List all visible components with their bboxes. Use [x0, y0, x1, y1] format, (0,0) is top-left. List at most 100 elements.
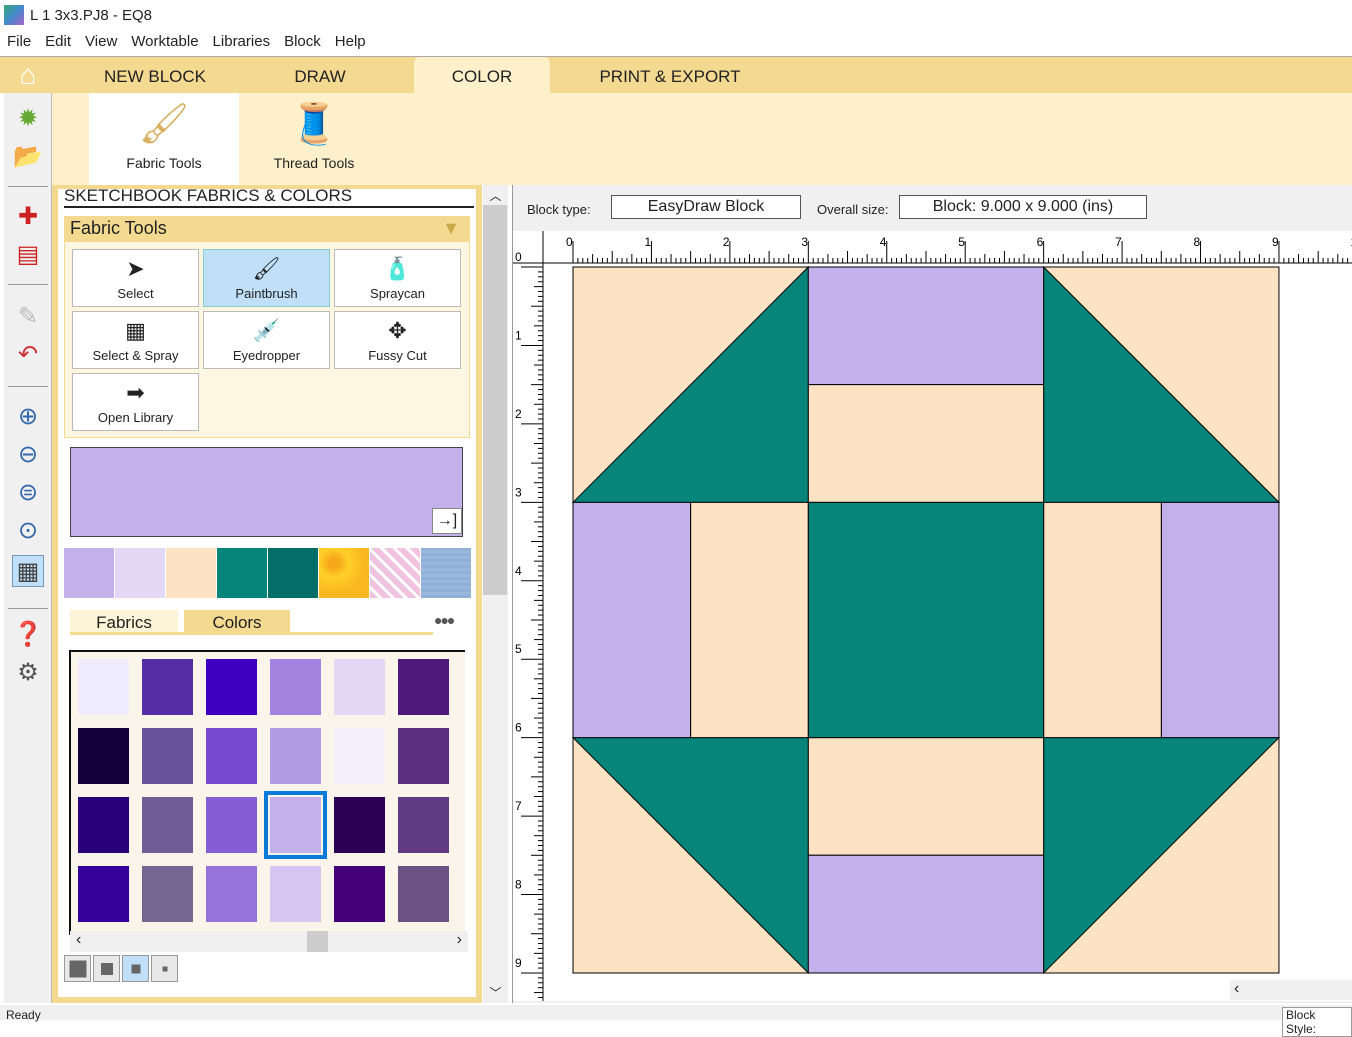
color-palette [69, 650, 465, 935]
palette-color[interactable] [270, 866, 321, 922]
sketchbook-swatch[interactable] [421, 548, 471, 598]
palette-color[interactable] [78, 866, 129, 922]
tool-fussy-cut[interactable]: ✥ Fussy Cut [334, 311, 461, 369]
sketchbook-icon[interactable]: ▤ [12, 239, 44, 271]
palette-color[interactable] [78, 797, 129, 853]
menu-file[interactable]: File [7, 30, 31, 54]
menu-help[interactable]: Help [335, 30, 366, 54]
sketchbook-swatch[interactable] [268, 548, 318, 598]
fabric-tools-button[interactable]: 🖌 Fabric Tools [89, 93, 239, 185]
tab-color[interactable]: COLOR [414, 57, 550, 94]
redo-icon[interactable]: ✎ [12, 301, 44, 333]
menu-view[interactable]: View [85, 30, 117, 54]
tool-select[interactable]: ➤ Select [72, 249, 199, 307]
swatch-size-l-button[interactable] [93, 955, 120, 982]
ruler-label-x: 4 [880, 235, 887, 249]
sketchbook-swatch[interactable] [370, 548, 420, 598]
sketchbook-swatch[interactable] [166, 548, 216, 598]
block-patch [1160, 501, 1280, 739]
open-project-icon[interactable]: 📂 [12, 141, 44, 173]
palette-color[interactable] [270, 659, 321, 715]
palette-color[interactable] [206, 659, 257, 715]
sketchbook-swatch[interactable] [319, 548, 369, 598]
collapse-chevron-icon[interactable]: ▼ [442, 216, 460, 241]
tab-draw[interactable]: DRAW [260, 57, 380, 94]
palette-color[interactable] [398, 728, 449, 784]
tab-fabrics[interactable]: Fabrics [70, 610, 178, 634]
menu-libraries[interactable]: Libraries [213, 30, 271, 54]
zoom-fit-icon[interactable]: ⊜ [12, 477, 44, 509]
palette-color[interactable] [206, 797, 257, 853]
help-icon[interactable]: ❓ [12, 619, 44, 651]
tool-label: Paintbrush [235, 286, 298, 301]
tab-colors[interactable]: Colors [184, 610, 290, 634]
ruler-label-y: 0 [515, 250, 522, 264]
block-drawing[interactable]: 0011223344556677889910 [513, 231, 1352, 1001]
palette-color[interactable] [334, 728, 385, 784]
block-type-label: Block type: [527, 202, 591, 217]
fabric-tools-header[interactable]: Fabric Tools ▼ [64, 216, 470, 241]
tool-eyedropper[interactable]: 💉 Eyedropper [203, 311, 330, 369]
tab-print-export[interactable]: PRINT & EXPORT [590, 57, 750, 94]
palette-color[interactable] [398, 659, 449, 715]
ruler-label-y: 6 [515, 721, 522, 735]
panel-scroll-thumb[interactable] [483, 205, 507, 595]
menu-edit[interactable]: Edit [45, 30, 71, 54]
add-to-sketchbook-icon[interactable]: ✚ [12, 201, 44, 233]
palette-color[interactable] [334, 659, 385, 715]
palette-color[interactable] [142, 866, 193, 922]
menu-block[interactable]: Block [284, 30, 321, 54]
sketchbook-swatch[interactable] [217, 548, 267, 598]
palette-color[interactable] [142, 659, 193, 715]
ruler-label-x: 5 [958, 235, 965, 249]
zoom-refresh-icon[interactable]: ⊙ [12, 515, 44, 547]
scroll-left-icon[interactable]: ‹ [76, 931, 81, 949]
palette-color[interactable] [334, 866, 385, 922]
palette-color[interactable] [142, 728, 193, 784]
sketchbook-swatch[interactable] [64, 548, 114, 598]
swatch-size-m-button[interactable] [122, 955, 149, 982]
block-patch [807, 501, 1045, 739]
tool-open-library[interactable]: ➡ Open Library [72, 373, 199, 431]
palette-scrollbar[interactable]: ‹ › [70, 931, 468, 952]
tool-spraycan[interactable]: 🧴 Spraycan [334, 249, 461, 307]
new-project-icon[interactable]: ✹ [12, 103, 44, 135]
scroll-right-icon[interactable]: › [457, 931, 462, 949]
tool-select-spray[interactable]: ▦ Select & Spray [72, 311, 199, 369]
palette-color[interactable] [206, 728, 257, 784]
menu-worktable[interactable]: Worktable [131, 30, 198, 54]
home-icon[interactable]: ⌂ [10, 57, 46, 94]
swatch-size-s-button[interactable] [151, 955, 178, 982]
scroll-thumb[interactable] [307, 931, 328, 952]
graph-paper-icon[interactable]: ▦ [12, 555, 44, 587]
thread-tools-button[interactable]: 🧵 Thread Tools [239, 93, 389, 185]
swatch-size-xl-button[interactable] [64, 955, 91, 982]
palette-color[interactable] [270, 728, 321, 784]
tool-paintbrush[interactable]: 🖌 Paintbrush [203, 249, 330, 307]
palette-color[interactable] [142, 797, 193, 853]
canvas-hscroll[interactable]: ‹ [1230, 980, 1352, 1000]
palette-color[interactable] [334, 797, 385, 853]
select-spray-icon: ▦ [125, 318, 146, 343]
palette-color[interactable] [206, 866, 257, 922]
undo-icon[interactable]: ↶ [12, 339, 44, 371]
palette-color[interactable] [398, 797, 449, 853]
zoom-out-icon[interactable]: ⊖ [12, 439, 44, 471]
sketchbook-swatch[interactable] [115, 548, 165, 598]
ruler-label-x: 0 [566, 235, 573, 249]
palette-color[interactable] [264, 791, 327, 859]
palette-color[interactable] [398, 866, 449, 922]
drawing-canvas[interactable]: 0011223344556677889910 [513, 231, 1352, 1001]
arrow-cursor-icon: ➤ [126, 256, 145, 281]
section-title: Fabric Tools [70, 218, 167, 238]
apply-to-block-icon[interactable]: →] [432, 508, 462, 534]
palette-color[interactable] [78, 728, 129, 784]
open-library-icon: ➡ [126, 380, 145, 405]
left-toolbar: ✹ 📂 ✚ ▤ ✎ ↶ ⊕ ⊖ ⊜ ⊙ ▦ ❓ ⚙ [4, 93, 52, 1003]
settings-gear-icon[interactable]: ⚙ [12, 657, 44, 689]
zoom-in-icon[interactable]: ⊕ [12, 401, 44, 433]
block-patch [807, 737, 1045, 856]
more-options-icon[interactable]: ●●● [434, 612, 455, 628]
tab-new-block[interactable]: NEW BLOCK [90, 57, 220, 94]
palette-color[interactable] [78, 659, 129, 715]
